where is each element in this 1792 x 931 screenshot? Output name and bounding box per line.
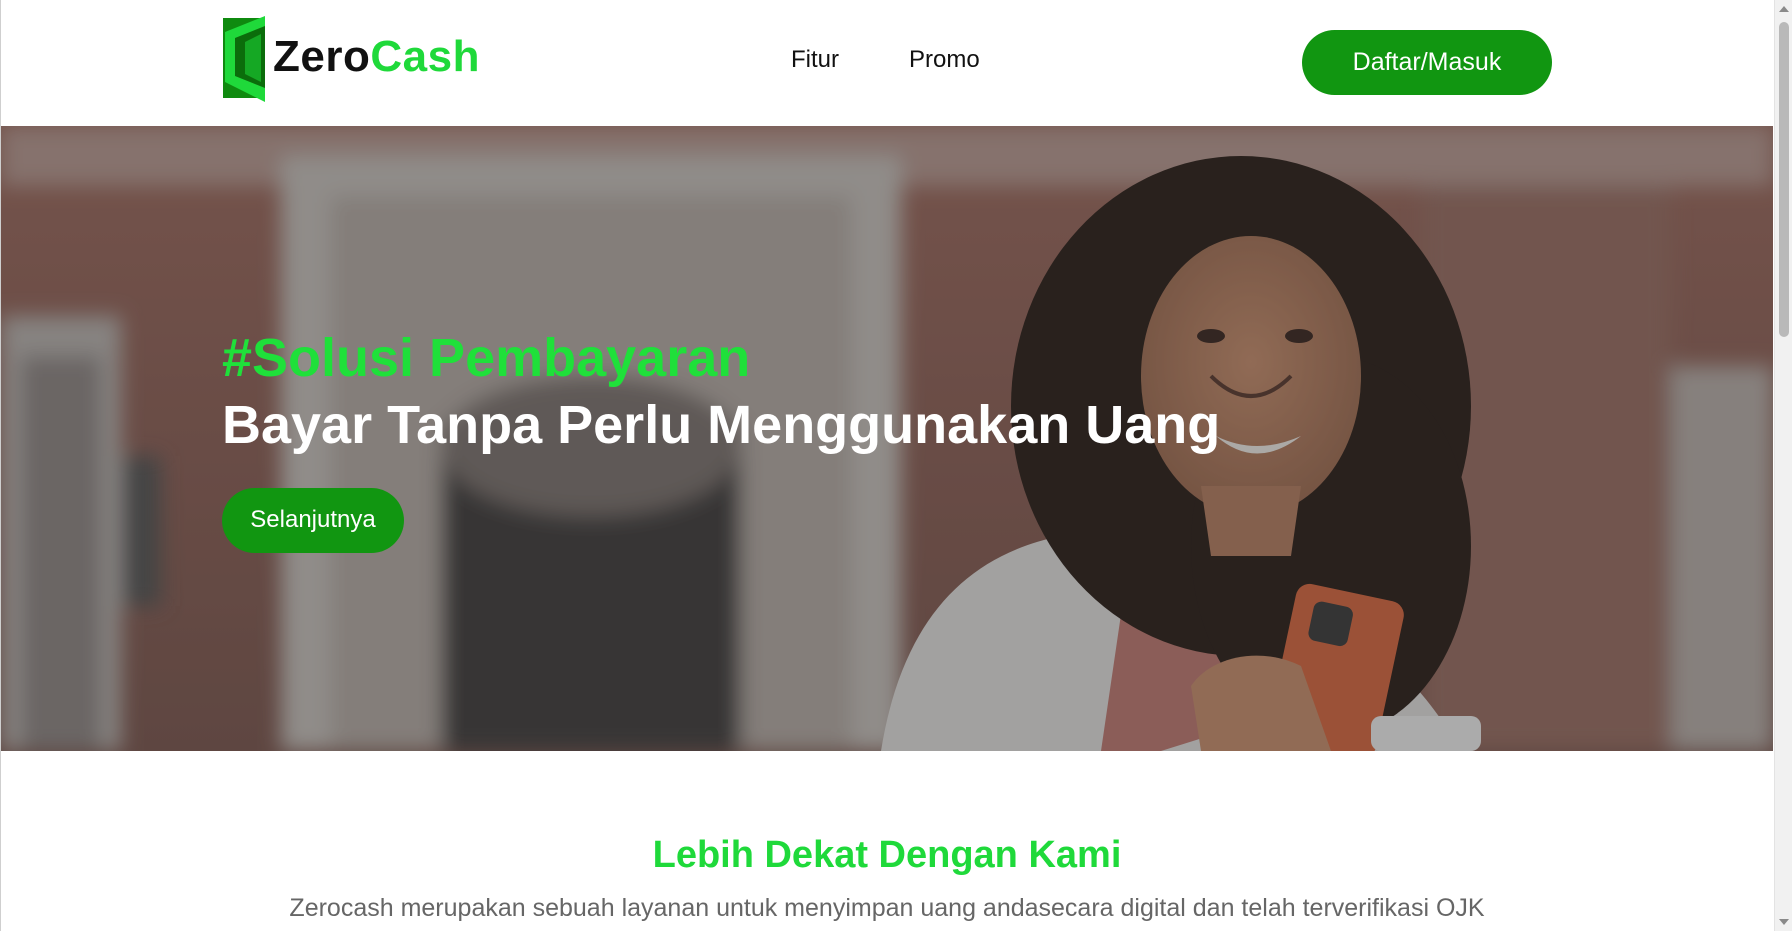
hero-content: #Solusi Pembayaran Bayar Tanpa Perlu Men… xyxy=(222,326,1220,553)
vertical-scrollbar[interactable] xyxy=(1774,0,1792,931)
main-nav: Fitur Promo xyxy=(791,46,980,74)
about-section: Lebih Dekat Dengan Kami Zerocash merupak… xyxy=(1,751,1773,931)
about-description: Zerocash merupakan sebuah layanan untuk … xyxy=(289,894,1485,922)
register-login-button[interactable]: Daftar/Masuk xyxy=(1302,30,1552,95)
nav-link-promo[interactable]: Promo xyxy=(909,46,980,74)
scroll-up-arrow-icon[interactable] xyxy=(1779,6,1789,12)
brand-logo[interactable]: ZeroCash xyxy=(221,12,480,102)
site-header: ZeroCash Fitur Promo Daftar/Masuk xyxy=(1,0,1774,126)
zerocash-logo-icon xyxy=(223,16,265,102)
hero-section: #Solusi Pembayaran Bayar Tanpa Perlu Men… xyxy=(1,126,1773,751)
nav-link-fitur[interactable]: Fitur xyxy=(791,46,839,74)
hero-tagline: #Solusi Pembayaran xyxy=(222,328,751,388)
next-button[interactable]: Selanjutnya xyxy=(222,487,404,553)
brand-name: ZeroCash xyxy=(273,35,480,79)
brand-name-part2: Cash xyxy=(370,32,480,81)
scrollbar-thumb[interactable] xyxy=(1779,22,1789,337)
about-title: Lebih Dekat Dengan Kami xyxy=(652,834,1122,876)
hero-title: Bayar Tanpa Perlu Menggunakan Uang xyxy=(222,394,1221,455)
page: ZeroCash Fitur Promo Daftar/Masuk #Solus… xyxy=(0,0,1774,931)
scroll-down-arrow-icon[interactable] xyxy=(1779,919,1789,925)
brand-name-part1: Zero xyxy=(273,32,371,81)
